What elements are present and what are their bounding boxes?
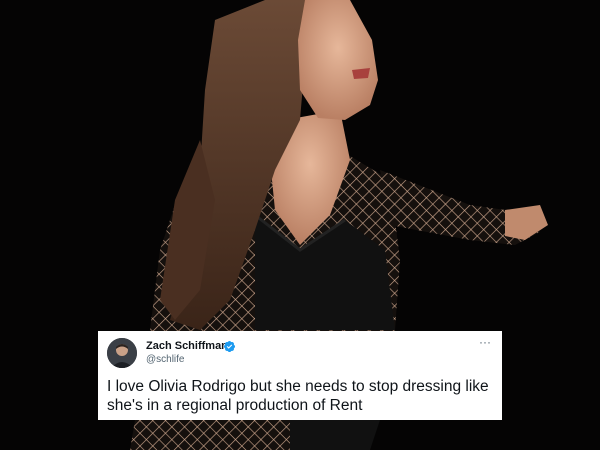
tweet-card[interactable]: Zach Schiffman @schlife ··· I love Olivi…	[98, 331, 502, 420]
verified-badge-icon	[223, 340, 236, 353]
display-name[interactable]: Zach Schiffman	[146, 340, 228, 353]
user-handle[interactable]: @schlife	[146, 354, 185, 366]
avatar-image-icon	[107, 338, 137, 368]
more-options-icon[interactable]: ···	[478, 336, 492, 348]
user-avatar[interactable]	[107, 338, 137, 368]
tweet-text: I love Olivia Rodrigo but she needs to s…	[107, 378, 489, 414]
